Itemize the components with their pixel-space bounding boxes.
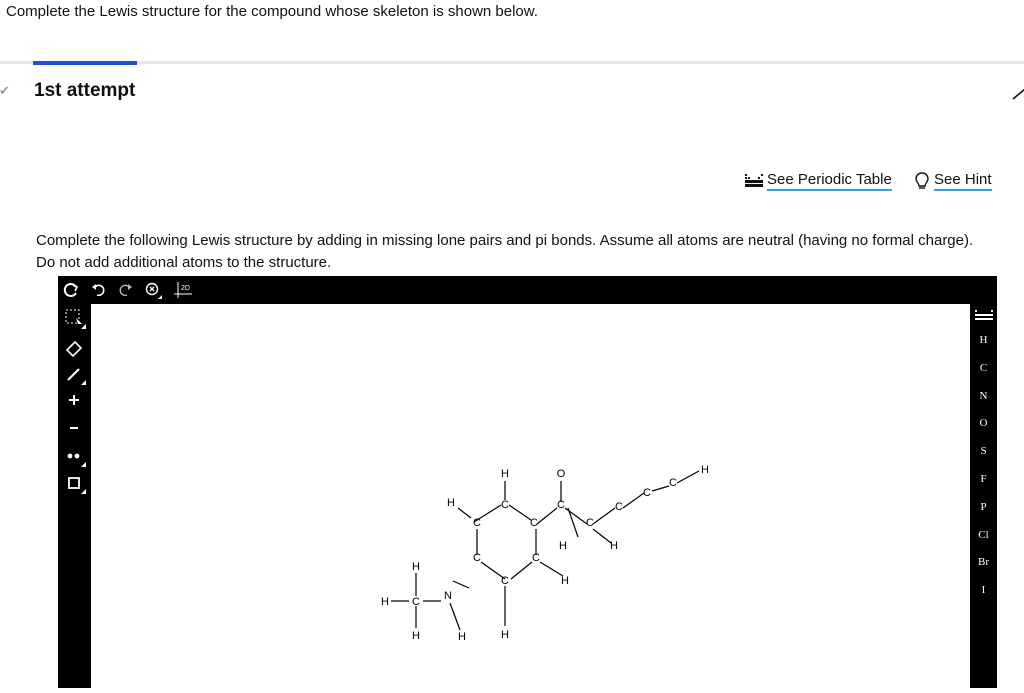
atom-h_ring_bot: H	[501, 629, 509, 641]
atom-c_ring_br: C	[532, 552, 540, 564]
attempt-tab-indicator	[33, 61, 137, 65]
element-button-n[interactable]: N	[970, 390, 997, 402]
atom-h_right: H	[701, 464, 709, 476]
atom-c_methyl: C	[412, 596, 420, 608]
editor-right-toolbar: H C N O S F P Cl Br I	[970, 304, 997, 688]
2d-clean-label: 2D	[181, 285, 190, 292]
editor-left-toolbar	[58, 304, 88, 688]
molecule-structure: H O H H C C C C C C C C H H H C C C H H	[381, 464, 709, 643]
atom-h_ring_br: H	[561, 575, 569, 587]
drawing-canvas[interactable]: H O H H C C C C C C C C H H H C C C H H	[91, 304, 970, 688]
bond-icon[interactable]	[62, 362, 86, 386]
select-icon[interactable]	[62, 306, 86, 330]
element-button-cl[interactable]: Cl	[970, 529, 997, 541]
attempt-label: 1st attempt	[34, 80, 136, 101]
bracket-icon[interactable]	[62, 471, 86, 495]
plus-charge-icon[interactable]	[62, 388, 86, 412]
atom-h_ring_r: H	[559, 540, 567, 552]
instructions-text: Complete the following Lewis structure b…	[36, 232, 974, 271]
see-hint-link[interactable]: See Hint	[914, 171, 992, 191]
element-button-h[interactable]: H	[970, 334, 997, 346]
editor-top-toolbar: 2D	[58, 276, 997, 302]
element-button-o[interactable]: O	[970, 417, 997, 429]
eraser-icon[interactable]	[62, 335, 86, 359]
checkmark-icon: ✔	[0, 83, 10, 98]
element-button-c[interactable]: C	[970, 362, 997, 374]
atom-h_chain: H	[610, 540, 618, 552]
pencil-icon[interactable]	[1011, 85, 1024, 101]
atom-c_chain2: C	[669, 477, 677, 489]
lone-pair-icon[interactable]	[62, 444, 86, 468]
molecule-editor: 2D H O H H C C C C C C C C H H H C C C H…	[58, 276, 997, 688]
see-periodic-table-link[interactable]: See Periodic Table	[745, 171, 892, 191]
atom-c_chain3: C	[643, 487, 651, 499]
atom-c_carbonyl: C	[557, 499, 565, 511]
element-button-p[interactable]: P	[970, 501, 997, 513]
periodic-table-icon-small[interactable]	[970, 310, 997, 325]
atom-c_ring_top: C	[501, 499, 509, 511]
question-title: Complete the Lewis structure for the com…	[6, 3, 538, 20]
atom-n: N	[444, 590, 452, 602]
atom-o_top: O	[557, 468, 566, 480]
atom-c_ring_bot: C	[501, 575, 509, 587]
periodic-table-icon	[745, 174, 763, 187]
redo-icon[interactable]	[115, 280, 135, 300]
zoom-icon[interactable]	[143, 280, 163, 300]
undo-icon[interactable]	[89, 280, 109, 300]
atom-h_top: H	[501, 468, 509, 480]
element-button-f[interactable]: F	[970, 473, 997, 485]
atom-h_n: H	[458, 631, 466, 643]
element-button-i[interactable]: I	[970, 584, 997, 596]
atom-c_ring_tr: C	[530, 517, 538, 529]
see-periodic-table-label: See Periodic Table	[767, 171, 892, 191]
see-hint-label: See Hint	[934, 171, 992, 191]
element-button-s[interactable]: S	[970, 445, 997, 457]
clear-icon[interactable]	[61, 280, 81, 300]
atom-h_ring_left: H	[447, 497, 455, 509]
atom-h_me_left: H	[381, 596, 389, 608]
atom-c_ring_tl: C	[473, 517, 481, 529]
element-button-br[interactable]: Br	[970, 556, 997, 568]
atom-c_ring_bl: C	[473, 552, 481, 564]
attempt-divider	[0, 61, 1024, 64]
2d-clean-icon[interactable]: 2D	[173, 280, 193, 300]
atom-h_me_top: H	[412, 561, 420, 573]
atom-h_me_bot: H	[412, 630, 420, 642]
atom-c_chain1: C	[615, 501, 623, 513]
lightbulb-icon	[915, 172, 929, 189]
atom-c_chain1b: C	[586, 517, 594, 529]
minus-charge-icon[interactable]	[62, 416, 86, 440]
